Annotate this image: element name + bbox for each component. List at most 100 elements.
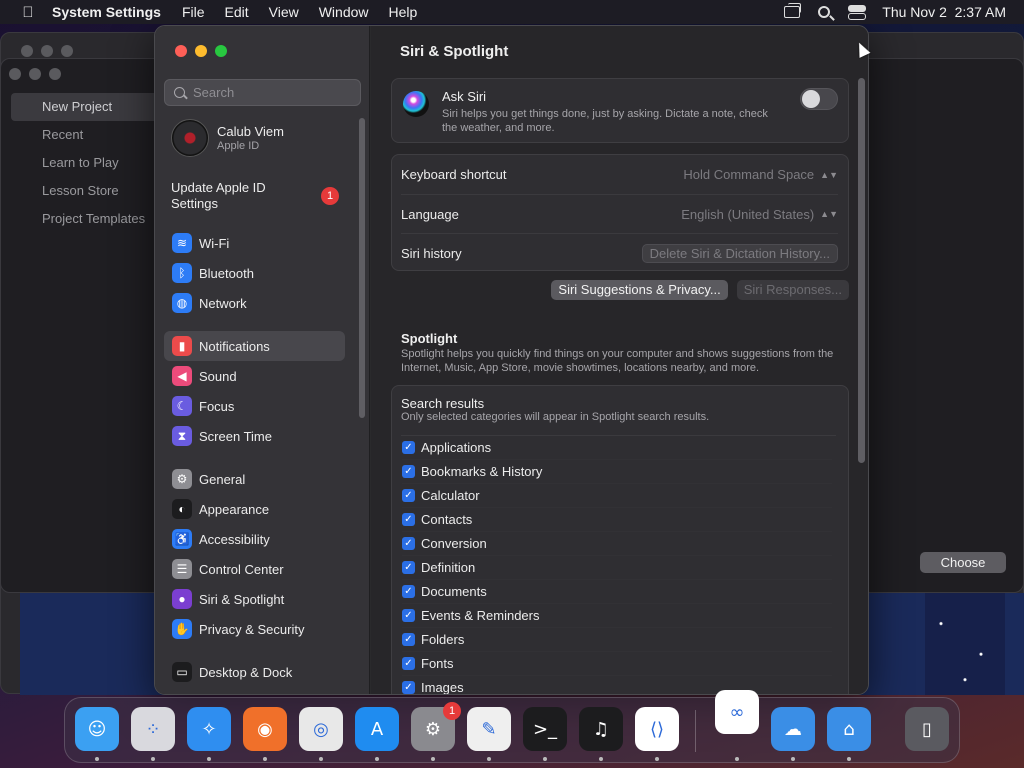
apple-menu-icon[interactable]:  (18, 4, 38, 21)
sidebar-group-desktop: ▭ Desktop & Dock (164, 657, 345, 687)
delete-siri-history-button[interactable]: Delete Siri & Dictation History... (641, 243, 838, 263)
category-checkbox[interactable]: ✓ (402, 585, 415, 598)
spotlight-search-icon[interactable] (818, 6, 831, 18)
spotlight-heading: Spotlight (401, 331, 458, 346)
launchpad-icon[interactable]: ⁘ (131, 707, 175, 751)
category-checkbox[interactable]: ✓ (402, 633, 415, 646)
sidebar-item-wi-fi[interactable]: ≋ Wi-Fi (164, 228, 345, 258)
app-name-menu[interactable]: System Settings (52, 4, 161, 20)
search-results-card: Search results Only selected categories … (391, 385, 849, 695)
screen-time-icon: ⧗ (172, 426, 192, 446)
close-window-button[interactable] (175, 45, 187, 57)
running-indicator (263, 757, 267, 761)
sidebar-item-label: General (199, 471, 246, 487)
category-checkbox[interactable]: ✓ (402, 537, 415, 550)
main-scrollbar[interactable] (858, 78, 865, 463)
keyboard-shortcut-popup[interactable]: Hold Command Space ▲▼ (683, 167, 838, 182)
sidebar-item-siri-spotlight[interactable]: ● Siri & Spotlight (164, 584, 345, 614)
list-item: ✓ Folders (402, 628, 832, 652)
category-checkbox[interactable]: ✓ (402, 561, 415, 574)
language-popup[interactable]: English (United States) ▲▼ (681, 207, 838, 222)
menu-window[interactable]: Window (319, 4, 369, 20)
siri-responses-button[interactable]: Siri Responses... (736, 280, 849, 300)
category-label: Definition (421, 560, 476, 575)
sidebar-item-label: Focus (199, 398, 235, 414)
sidebar-item-focus[interactable]: ☾ Focus (164, 391, 345, 421)
sidebar-item-desktop-dock[interactable]: ▭ Desktop & Dock (164, 657, 345, 687)
minimize-window-button[interactable] (195, 45, 207, 57)
siri-suggestions-privacy-button[interactable]: Siri Suggestions & Privacy... (551, 280, 728, 300)
category-label: Images (421, 680, 464, 695)
update-apple-id-settings[interactable]: Update Apple ID Settings (171, 180, 311, 212)
list-item: ✓ Calculator (402, 484, 832, 508)
visual-studio-icon[interactable]: ∞ (715, 690, 759, 734)
menu-help[interactable]: Help (389, 4, 418, 20)
sidebar-item-general[interactable]: ⚙ General (164, 464, 345, 494)
menu-file[interactable]: File (182, 4, 205, 20)
vscode-icon[interactable]: ⟨⟩ (635, 707, 679, 751)
category-checkbox[interactable]: ✓ (402, 465, 415, 478)
safari-icon[interactable]: ✧ (187, 707, 231, 751)
search-results-list: ✓ Applications ✓ Bookmarks & History ✓ Calcul… (402, 436, 832, 695)
sidebar-item-screen-time[interactable]: ⧗ Screen Time (164, 421, 345, 451)
window-controls (175, 45, 227, 57)
trash-icon[interactable]: ▯ (905, 707, 949, 751)
choose-button[interactable]: Choose (920, 552, 1006, 573)
sidebar-item-control-center[interactable]: ☰ Control Center (164, 554, 345, 584)
apple-id-profile[interactable]: Calub Viem Apple ID (171, 119, 284, 157)
category-label: Fonts (421, 656, 454, 671)
sidebar-item-accessibility[interactable]: ♿ Accessibility (164, 524, 345, 554)
menu-view[interactable]: View (269, 4, 299, 20)
project-item-recent[interactable]: Recent (11, 121, 161, 149)
keynote-icon[interactable]: ⌂ (827, 707, 871, 751)
firefox-icon[interactable]: ◉ (243, 707, 287, 751)
category-label: Conversion (421, 536, 487, 551)
sidebar-scrollbar[interactable] (359, 118, 365, 418)
sidebar-item-bluetooth[interactable]: ᛒ Bluetooth (164, 258, 345, 288)
sidebar-item-sound[interactable]: ◀ Sound (164, 361, 345, 391)
zoom-window-button[interactable] (215, 45, 227, 57)
ask-siri-toggle[interactable] (800, 88, 838, 110)
running-indicator (847, 757, 851, 761)
running-indicator (487, 757, 491, 761)
sidebar-item-label: Network (199, 295, 247, 311)
menubar-clock[interactable]: Thu Nov 2 2:37 AM (882, 4, 1006, 20)
toggle-knob (802, 90, 820, 108)
avatar (171, 119, 209, 157)
finder-icon[interactable]: ☺ (75, 707, 119, 751)
weather-icon[interactable]: ☁ (771, 707, 815, 751)
sidebar-item-network[interactable]: ◍ Network (164, 288, 345, 318)
textedit-icon[interactable]: ✎ (467, 707, 511, 751)
focus-icon: ☾ (172, 396, 192, 416)
project-item-templates[interactable]: Project Templates (11, 205, 161, 233)
sidebar-item-label: Appearance (199, 501, 270, 517)
control-center-icon: ☰ (172, 559, 192, 579)
project-item-new[interactable]: New Project (11, 93, 161, 121)
sidebar-item-label: Sound (199, 368, 237, 384)
category-checkbox[interactable]: ✓ (402, 657, 415, 670)
list-item: ✓ Events & Reminders (402, 604, 832, 628)
project-item-lesson-store[interactable]: Lesson Store (11, 177, 161, 205)
category-checkbox[interactable]: ✓ (402, 489, 415, 502)
sidebar-item-notifications[interactable]: ▮ Notifications (164, 331, 345, 361)
notifications-icon: ▮ (172, 336, 192, 356)
menu-edit[interactable]: Edit (225, 4, 249, 20)
category-checkbox[interactable]: ✓ (402, 681, 415, 694)
app-store-icon[interactable]: A (355, 707, 399, 751)
list-item: ✓ Bookmarks & History (402, 460, 832, 484)
project-item-learn[interactable]: Learn to Play (11, 149, 161, 177)
garageband-icon[interactable]: ♫ (579, 707, 623, 751)
sidebar-item-privacy-security[interactable]: ✋ Privacy & Security (164, 614, 345, 644)
starry-wallpaper-preview (925, 593, 1005, 695)
sidebar-item-appearance[interactable]: ◐ Appearance (164, 494, 345, 524)
category-checkbox[interactable]: ✓ (402, 609, 415, 622)
chrome-icon[interactable]: ◎ (299, 707, 343, 751)
terminal-icon[interactable]: >_ (523, 707, 567, 751)
page-title: Siri & Spotlight (400, 43, 509, 60)
running-indicator (655, 757, 659, 761)
category-checkbox[interactable]: ✓ (402, 513, 415, 526)
screen-mirroring-icon[interactable] (784, 3, 802, 18)
control-center-menu-icon[interactable] (848, 5, 867, 20)
category-checkbox[interactable]: ✓ (402, 441, 415, 454)
sidebar-search-input[interactable] (193, 85, 353, 100)
